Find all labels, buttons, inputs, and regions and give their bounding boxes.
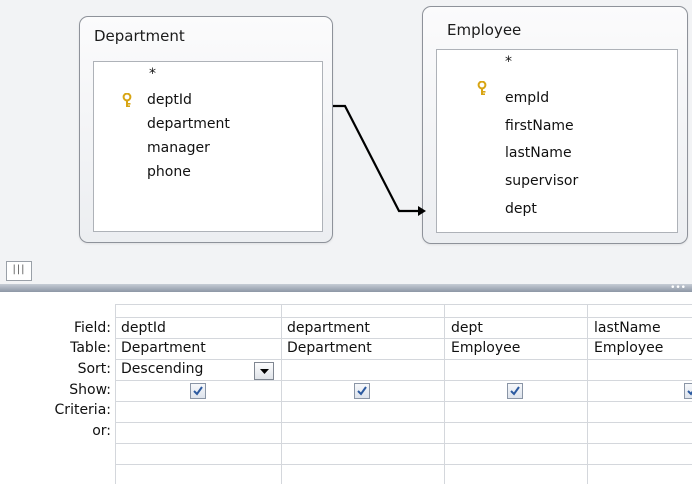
criteria-cell-1[interactable] [116, 401, 281, 422]
table-design-area: Department * deptId department manager p… [0, 0, 692, 258]
field-cell-2[interactable]: department [287, 318, 442, 339]
field-cell-4[interactable]: lastName [594, 318, 692, 339]
checkmark-icon [687, 390, 692, 396]
row-label-sort: Sort: [77, 361, 111, 377]
row-label-field: Field: [73, 320, 111, 336]
grid-divider [115, 304, 116, 484]
criteria-cell-4[interactable] [588, 401, 692, 422]
row-label-show: Show: [69, 382, 111, 398]
column-selector-3[interactable] [445, 304, 587, 317]
table-cell-4[interactable]: Employee [594, 338, 692, 359]
field-cell-1[interactable]: deptId [121, 318, 279, 339]
row-label-criteria: Criteria: [54, 402, 111, 418]
pane-splitter[interactable]: ••• [0, 283, 692, 293]
field-cell-3[interactable]: dept [451, 318, 585, 339]
or-cell-1[interactable] [116, 422, 281, 443]
show-checkbox-3[interactable] [507, 383, 523, 399]
grid-divider [115, 380, 692, 381]
column-selector-4[interactable] [588, 304, 692, 317]
column-selector-1[interactable] [115, 304, 281, 317]
chevron-down-icon [260, 369, 269, 374]
or-cell-2[interactable] [282, 422, 444, 443]
checkmark-icon [510, 386, 520, 396]
criteria-cell-3[interactable] [445, 401, 587, 422]
grid-divider [444, 304, 445, 484]
show-checkbox-2[interactable] [354, 383, 370, 399]
query-design-grid: Field: Table: Sort: Show: Criteria: or: … [0, 292, 692, 484]
criteria-cell-2[interactable] [282, 401, 444, 422]
checkmark-icon [357, 386, 367, 396]
or-cell-4[interactable] [588, 422, 692, 443]
scroll-thumb[interactable]: ||| [6, 261, 32, 281]
show-checkbox-1[interactable] [190, 383, 206, 399]
grid-divider [115, 464, 692, 465]
table-cell-1[interactable]: Department [121, 338, 279, 359]
table-cell-3[interactable]: Employee [451, 338, 585, 359]
grid-divider [587, 304, 588, 484]
sort-cell-1[interactable]: Descending [121, 359, 251, 380]
relationship-join-line[interactable] [0, 0, 692, 258]
grid-divider [115, 443, 692, 444]
table-cell-2[interactable]: Department [287, 338, 442, 359]
sort-dropdown-button[interactable] [254, 362, 274, 380]
show-checkbox-4[interactable] [684, 383, 692, 399]
row-label-or: or: [92, 423, 111, 439]
or-cell-3[interactable] [445, 422, 587, 443]
column-selector-2[interactable] [282, 304, 444, 317]
row-label-table: Table: [70, 340, 111, 356]
grid-divider [281, 304, 282, 484]
horizontal-scrollbar[interactable]: ||| [0, 258, 692, 284]
checkmark-icon [193, 386, 203, 396]
